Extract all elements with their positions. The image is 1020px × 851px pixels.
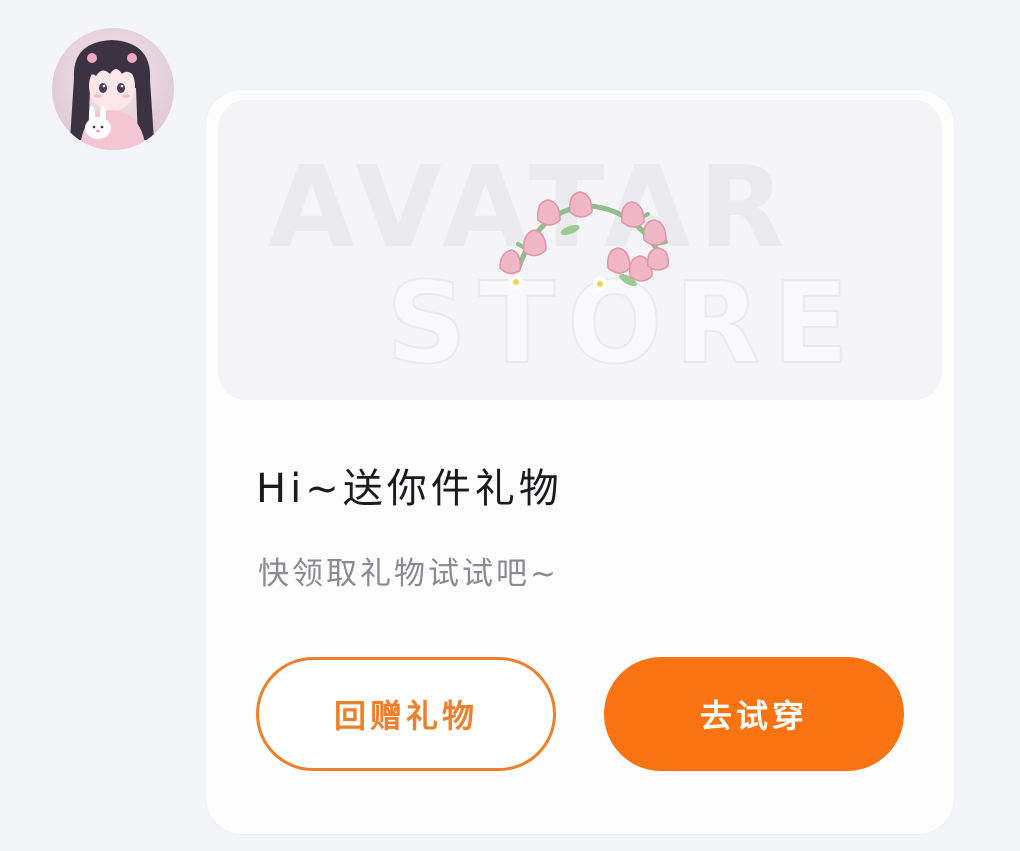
gift-banner: AVATAR STORE [218,100,942,400]
gift-subtitle: 快领取礼物试试吧~ [258,556,559,592]
sender-avatar[interactable] [52,28,174,150]
anime-girl-avatar-icon [52,28,174,150]
gift-card: AVATAR STORE Hi~送你件礼物 快领取礼物试试吧~ 回赠礼物 去试穿 [206,90,954,834]
return-gift-button[interactable]: 回赠礼物 [256,657,556,771]
gift-title: Hi~送你件礼物 [256,466,563,512]
try-on-button[interactable]: 去试穿 [604,657,904,771]
